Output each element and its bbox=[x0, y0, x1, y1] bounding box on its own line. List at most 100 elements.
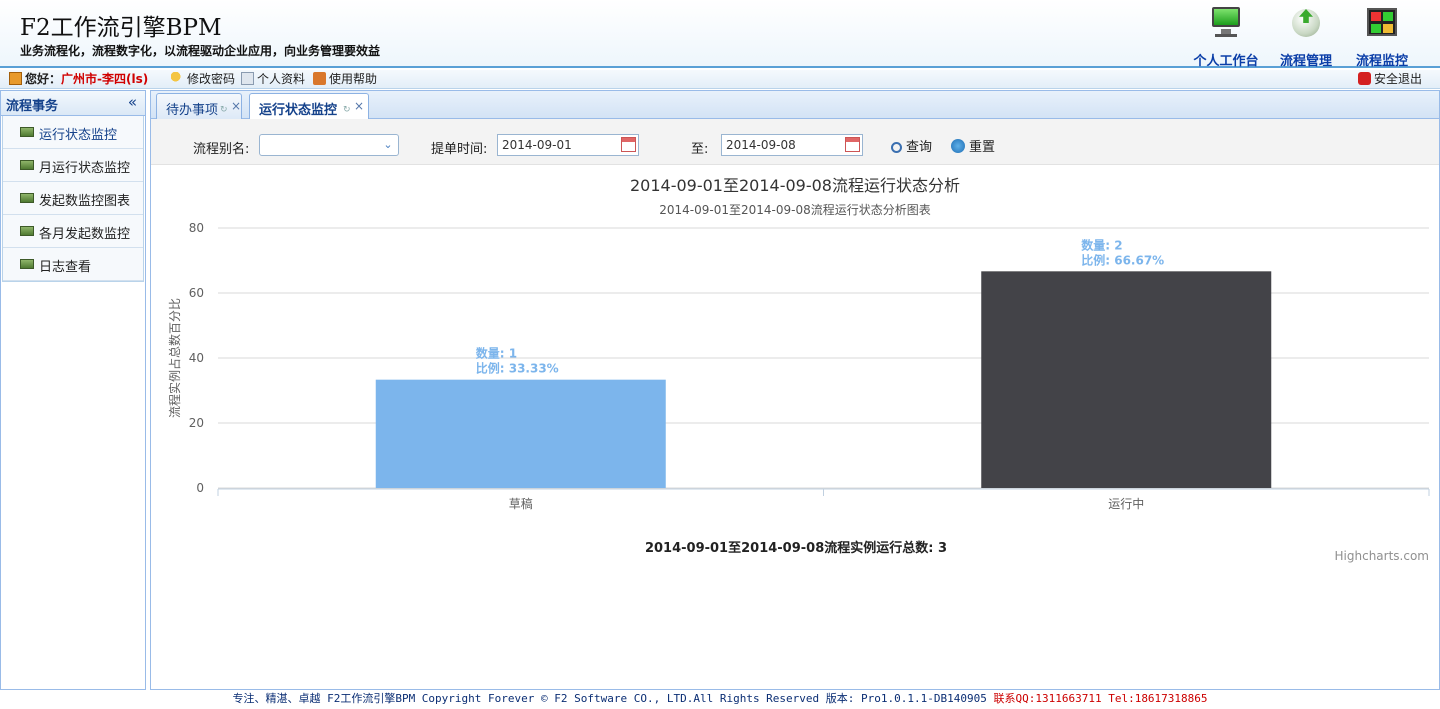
y-tick-label: 60 bbox=[189, 286, 204, 300]
tab-run-status-monitor-label: 运行状态监控 bbox=[259, 103, 338, 118]
greeting: 您好：广州市-李四(ls) bbox=[9, 72, 148, 87]
data-label-ratio: 比例: 33.33% bbox=[476, 361, 559, 376]
close-icon[interactable]: × bbox=[354, 99, 364, 113]
change-password-link[interactable]: 修改密码 bbox=[171, 72, 235, 87]
data-label-ratio: 比例: 66.67% bbox=[1081, 252, 1164, 267]
date-to-input[interactable]: 2014-09-08 bbox=[721, 134, 863, 156]
sidebar-item-label: 各月发起数监控 bbox=[39, 227, 131, 242]
app-slogan: 业务流程化，流程数字化，以流程驱动企业应用，向业务管理要效益 bbox=[20, 44, 381, 58]
help-link[interactable]: 使用帮助 bbox=[313, 72, 377, 87]
sidebar: 流程事务 « 运行状态监控 月运行状态监控 发起数监控图表 各月发起数监控 日志… bbox=[0, 90, 146, 690]
refresh-globe-icon bbox=[951, 139, 965, 153]
nav-workbench-label: 个人工作台 bbox=[1193, 54, 1259, 69]
y-tick-label: 0 bbox=[196, 481, 204, 495]
bar-running bbox=[981, 271, 1272, 488]
bar-chart: 2014-09-01至2014-09-08流程运行状态分析 2014-09-01至… bbox=[167, 176, 1430, 511]
date-to-value: 2014-09-08 bbox=[726, 138, 796, 152]
flow-alias-label: 流程别名: bbox=[193, 142, 250, 157]
filter-form: 流程别名: ⌄ 提单时间: 2014-09-01 至: 2014-09-08 查… bbox=[151, 119, 1439, 165]
sidebar-list: 运行状态监控 月运行状态监控 发起数监控图表 各月发起数监控 日志查看 bbox=[2, 116, 144, 282]
close-icon[interactable]: × bbox=[231, 99, 241, 113]
monitor-icon bbox=[1208, 5, 1244, 39]
calendar-icon[interactable] bbox=[845, 137, 860, 152]
tab-todo-label: 待办事项 bbox=[166, 103, 219, 118]
app-header: F2工作流引擎BPM 业务流程化，流程数字化，以流程驱动企业应用，向业务管理要效… bbox=[0, 0, 1440, 69]
logout-label: 安全退出 bbox=[1374, 72, 1423, 86]
profile-link[interactable]: 个人资料 bbox=[241, 72, 305, 87]
collapse-double-chevron-icon[interactable]: « bbox=[128, 93, 137, 111]
flow-upload-icon bbox=[1288, 5, 1324, 39]
main-panel: 待办事项 ↻ × 运行状态监控 ↻ × 流程别名: ⌄ 提单时间: 2014-0… bbox=[150, 90, 1440, 690]
y-tick-label: 20 bbox=[189, 416, 204, 430]
chart-subtitle: 2014-09-01至2014-09-08流程运行状态分析图表 bbox=[659, 202, 930, 217]
profile-label: 个人资料 bbox=[257, 72, 306, 86]
chart-board-icon bbox=[20, 193, 34, 203]
chevron-down-icon[interactable]: ⌄ bbox=[378, 135, 398, 155]
help-label: 使用帮助 bbox=[329, 72, 378, 86]
reset-label: 重置 bbox=[969, 140, 996, 155]
chart-container: 2014-09-01至2014-09-08流程运行状态分析 2014-09-01至… bbox=[151, 165, 1439, 565]
chart-board-icon bbox=[20, 127, 34, 137]
app-title: F2工作流引擎BPM bbox=[20, 15, 222, 41]
nav-flow-monitor-label: 流程监控 bbox=[1355, 54, 1408, 69]
calendar-icon[interactable] bbox=[621, 137, 636, 152]
user-square-icon bbox=[9, 72, 22, 85]
flow-alias-select[interactable]: ⌄ bbox=[259, 134, 399, 156]
dashboard-icon bbox=[1364, 5, 1400, 39]
submit-time-label: 提单时间: bbox=[431, 142, 488, 157]
y-axis-title: 流程实例占总数百分比 bbox=[167, 298, 182, 418]
bar-draft bbox=[375, 379, 666, 488]
x-tick-label: 运行中 bbox=[1108, 496, 1144, 511]
date-from-input[interactable]: 2014-09-01 bbox=[497, 134, 639, 156]
sidebar-item-initiation-chart[interactable]: 发起数监控图表 bbox=[3, 182, 143, 215]
sidebar-item-label: 运行状态监控 bbox=[39, 128, 118, 143]
sidebar-item-label: 日志查看 bbox=[39, 260, 92, 275]
date-from-value: 2014-09-01 bbox=[502, 138, 572, 152]
magnifier-icon bbox=[891, 142, 902, 153]
query-button[interactable]: 查询 bbox=[891, 136, 932, 155]
footer: 专注、精湛、卓越 F2工作流引擎BPM Copyright Forever © … bbox=[0, 691, 1440, 709]
logout-link[interactable]: 安全退出 bbox=[1358, 72, 1422, 87]
total-count-line: 2014-09-01至2014-09-08流程实例运行总数: 3 bbox=[644, 541, 948, 556]
chart-board-icon bbox=[20, 160, 34, 170]
x-tick-label: 草稿 bbox=[509, 496, 533, 511]
change-password-label: 修改密码 bbox=[187, 72, 236, 86]
query-label: 查询 bbox=[906, 140, 933, 155]
help-book-icon bbox=[313, 72, 326, 85]
y-tick-label: 40 bbox=[189, 351, 204, 365]
sidebar-item-label: 发起数监控图表 bbox=[39, 194, 131, 209]
chart-credits-link[interactable]: Highcharts.com bbox=[1335, 549, 1429, 563]
footer-copyright: 专注、精湛、卓越 F2工作流引擎BPM Copyright Forever © … bbox=[232, 692, 994, 705]
reset-button[interactable]: 重置 bbox=[951, 136, 995, 155]
greeting-label: 您好： bbox=[25, 72, 62, 86]
nav-workbench-button[interactable]: 个人工作台 bbox=[1186, 2, 1266, 69]
data-label-count: 数量: 2 bbox=[1081, 237, 1122, 252]
to-label: 至: bbox=[691, 142, 709, 157]
refresh-icon[interactable]: ↻ bbox=[220, 105, 228, 115]
user-toolbar: 您好：广州市-李四(ls) 修改密码 个人资料 使用帮助 安全退出 bbox=[0, 70, 1440, 89]
sidebar-item-log-view[interactable]: 日志查看 bbox=[3, 248, 143, 281]
nav-flow-monitor-button[interactable]: 流程监控 bbox=[1342, 2, 1422, 69]
key-icon bbox=[171, 72, 184, 85]
sidebar-item-run-status-monitor[interactable]: 运行状态监控 bbox=[3, 116, 143, 149]
sidebar-title: 流程事务 bbox=[6, 99, 59, 114]
footer-contact: 联系QQ:1311663711 Tel:18617318865 bbox=[993, 692, 1208, 705]
tab-bar: 待办事项 ↻ × 运行状态监控 ↻ × bbox=[151, 91, 1439, 120]
tab-run-status-monitor[interactable]: 运行状态监控 ↻ × bbox=[249, 93, 369, 120]
chart-board-icon bbox=[20, 259, 34, 269]
sidebar-item-monthly-initiation[interactable]: 各月发起数监控 bbox=[3, 215, 143, 248]
sidebar-header: 流程事务 « bbox=[1, 91, 145, 116]
sidebar-item-label: 月运行状态监控 bbox=[39, 161, 131, 176]
sidebar-item-monthly-run-status[interactable]: 月运行状态监控 bbox=[3, 149, 143, 182]
nav-flow-management-button[interactable]: 流程管理 bbox=[1266, 2, 1346, 69]
chart-board-icon bbox=[20, 226, 34, 236]
tab-todo[interactable]: 待办事项 ↻ × bbox=[156, 93, 242, 119]
power-icon bbox=[1358, 72, 1371, 85]
chart-title: 2014-09-01至2014-09-08流程运行状态分析 bbox=[630, 176, 960, 195]
refresh-icon[interactable]: ↻ bbox=[343, 105, 351, 115]
profile-card-icon bbox=[241, 72, 254, 85]
y-tick-label: 80 bbox=[189, 221, 204, 235]
data-label-count: 数量: 1 bbox=[476, 346, 517, 361]
nav-flow-management-label: 流程管理 bbox=[1279, 54, 1332, 69]
current-user: 广州市-李四(ls) bbox=[61, 72, 149, 86]
